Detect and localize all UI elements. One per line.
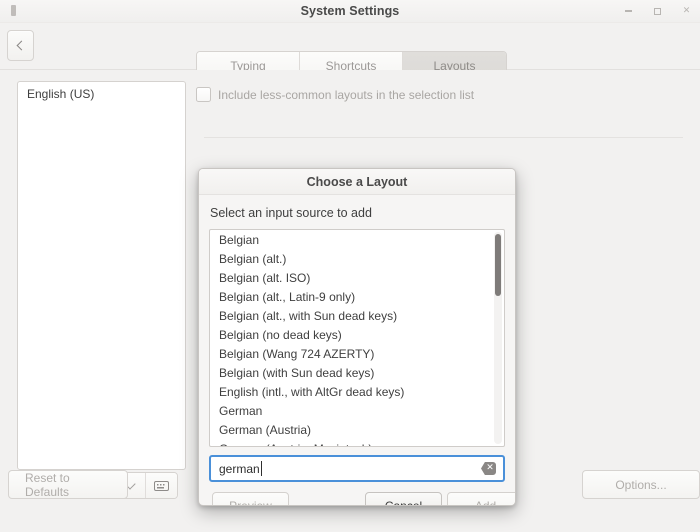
search-input[interactable]	[209, 455, 505, 482]
list-item[interactable]: English (intl., with AltGr dead keys)	[210, 382, 504, 401]
layout-list[interactable]: Belgian Belgian (alt.) Belgian (alt. ISO…	[209, 229, 505, 447]
include-less-common-checkbox[interactable]	[196, 87, 211, 102]
choose-layout-dialog: Choose a Layout Select an input source t…	[198, 168, 516, 506]
preview-button[interactable]: Preview	[212, 492, 289, 505]
panel-divider	[204, 137, 683, 138]
layout-list-scrollbar[interactable]	[494, 232, 502, 444]
list-item[interactable]: English (US)	[18, 82, 185, 105]
list-item[interactable]: German (Austria, Macintosh)	[210, 439, 504, 446]
dialog-subtitle: Select an input source to add	[210, 206, 372, 220]
options-button[interactable]: Options...	[582, 470, 700, 499]
list-item[interactable]: Belgian (alt., with Sun dead keys)	[210, 306, 504, 325]
maximize-icon[interactable]	[652, 6, 663, 17]
show-layout-button[interactable]	[146, 473, 177, 498]
list-item[interactable]: Belgian (alt. ISO)	[210, 268, 504, 287]
window-controls: ✕	[623, 0, 692, 22]
include-less-common-label: Include less-common layouts in the selec…	[218, 87, 475, 102]
input-source-list[interactable]: English (US)	[17, 81, 186, 470]
header-bar: Typing Shortcuts Layouts	[0, 23, 700, 80]
chevron-left-icon	[16, 40, 27, 51]
text-caret	[261, 461, 262, 476]
close-icon[interactable]: ✕	[681, 6, 692, 17]
dialog-title: Choose a Layout	[199, 169, 515, 195]
window-title: System Settings	[300, 4, 400, 18]
content-area: English (US) Include less-common layouts…	[0, 70, 700, 532]
keyboard-icon	[154, 480, 169, 491]
list-item[interactable]: Belgian (alt.)	[210, 249, 504, 268]
cancel-button[interactable]: Cancel	[365, 492, 442, 505]
list-item[interactable]: German	[210, 401, 504, 420]
titlebar: System Settings ✕	[0, 0, 700, 23]
list-item[interactable]: Belgian (no dead keys)	[210, 325, 504, 344]
list-item[interactable]: German (Austria)	[210, 420, 504, 439]
add-button[interactable]: Add	[447, 492, 515, 505]
scrollbar-thumb[interactable]	[495, 234, 501, 296]
back-button[interactable]	[7, 30, 34, 61]
search-row: ✕	[209, 455, 505, 482]
minimize-icon[interactable]	[623, 6, 634, 17]
dialog-body: Select an input source to add Belgian Be…	[199, 195, 515, 505]
list-item[interactable]: Belgian (alt., Latin-9 only)	[210, 287, 504, 306]
reset-to-defaults-button[interactable]: Reset to Defaults	[8, 470, 128, 499]
list-item[interactable]: Belgian (with Sun dead keys)	[210, 363, 504, 382]
system-settings-window: System Settings ✕ Typing Shortcuts Layou…	[0, 0, 700, 532]
list-item[interactable]: Belgian (Wang 724 AZERTY)	[210, 344, 504, 363]
list-item[interactable]: Belgian	[210, 230, 504, 249]
dialog-actions: Preview Cancel Add	[209, 492, 515, 505]
include-less-common-row[interactable]: Include less-common layouts in the selec…	[196, 87, 474, 102]
